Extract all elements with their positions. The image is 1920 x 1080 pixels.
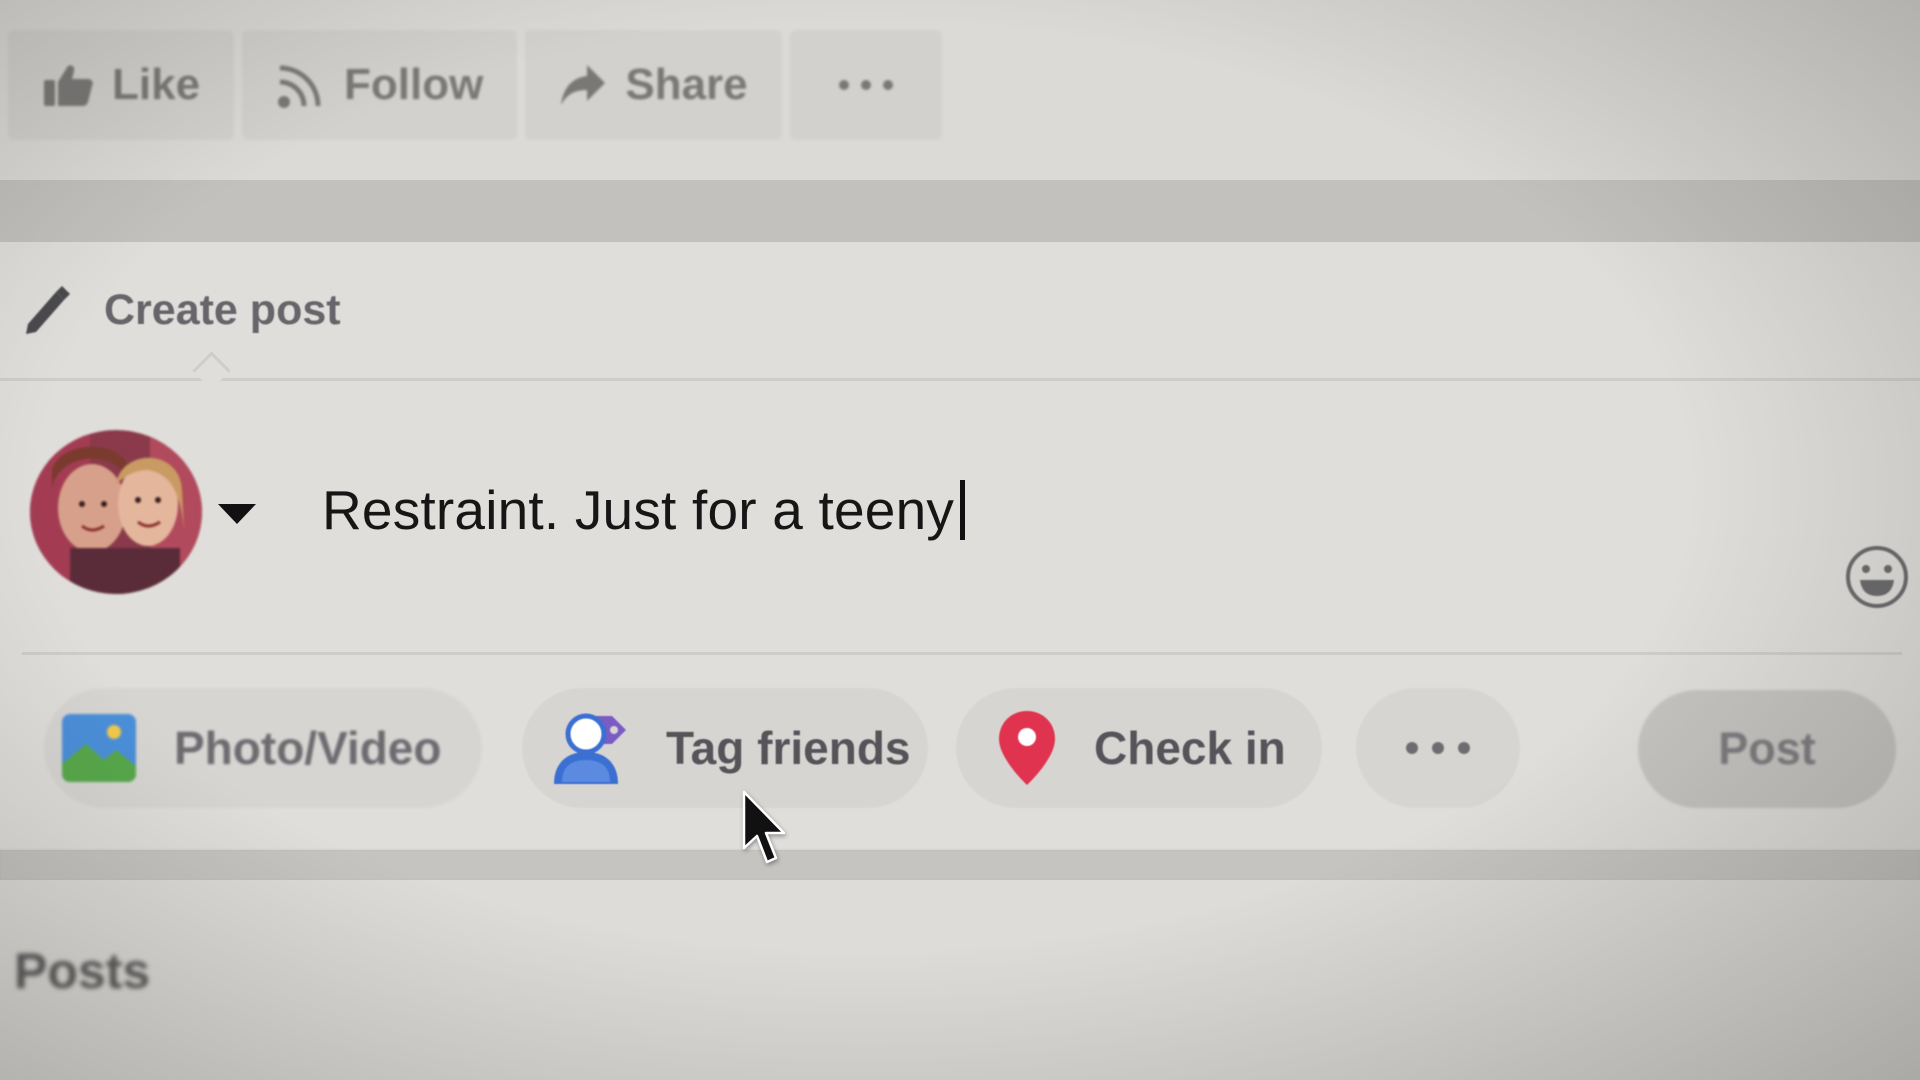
section-separator: [0, 180, 1920, 242]
post-input[interactable]: Restraint. Just for a teeny: [322, 470, 966, 550]
page-actions: Like Follow Share: [8, 30, 942, 140]
audience-dropdown[interactable]: [218, 504, 256, 524]
check-in-label: Check in: [1094, 722, 1286, 774]
more-actions-button[interactable]: [789, 30, 942, 140]
pencil-icon: [26, 286, 70, 334]
more-dots-icon: [1406, 742, 1470, 754]
photo-video-button[interactable]: Photo/Video: [44, 688, 482, 808]
section-separator: [0, 850, 1920, 880]
follow-button[interactable]: Follow: [242, 30, 518, 140]
create-post-card: Create post Restraint. Just for a teeny: [0, 242, 1920, 850]
page-action-bar: Like Follow Share: [0, 0, 1920, 180]
tag-friends-button[interactable]: Tag friends: [522, 688, 928, 808]
smiley-icon[interactable]: [1844, 544, 1910, 610]
rss-icon: [278, 65, 321, 108]
like-label: Like: [112, 60, 201, 109]
thumbs-up-icon: [44, 65, 93, 106]
posts-heading: Posts: [14, 943, 151, 999]
share-label: Share: [625, 60, 748, 109]
more-options-button[interactable]: [1356, 688, 1520, 808]
share-arrow-icon: [561, 65, 606, 105]
create-post-header: Create post: [0, 242, 1920, 381]
like-button[interactable]: Like: [8, 30, 235, 140]
photo-video-label: Photo/Video: [174, 722, 442, 774]
check-in-button[interactable]: Check in: [956, 688, 1322, 808]
share-button[interactable]: Share: [525, 30, 782, 140]
follow-label: Follow: [344, 60, 484, 109]
more-dots-icon: [838, 80, 893, 90]
posts-section: Posts: [0, 880, 1920, 1080]
mouse-cursor-icon: [742, 790, 786, 864]
text-caret: [960, 480, 966, 540]
create-post-title: Create post: [104, 286, 341, 334]
avatar[interactable]: [30, 430, 202, 594]
tag-friends-label: Tag friends: [666, 722, 911, 774]
post-button[interactable]: Post: [1638, 690, 1896, 808]
composer-divider: [22, 652, 1902, 655]
location-pin-icon: [999, 711, 1055, 785]
tag-friends-icon: [554, 713, 626, 784]
post-input-text: Restraint. Just for a teeny: [322, 479, 955, 541]
photo-icon: [62, 714, 136, 782]
